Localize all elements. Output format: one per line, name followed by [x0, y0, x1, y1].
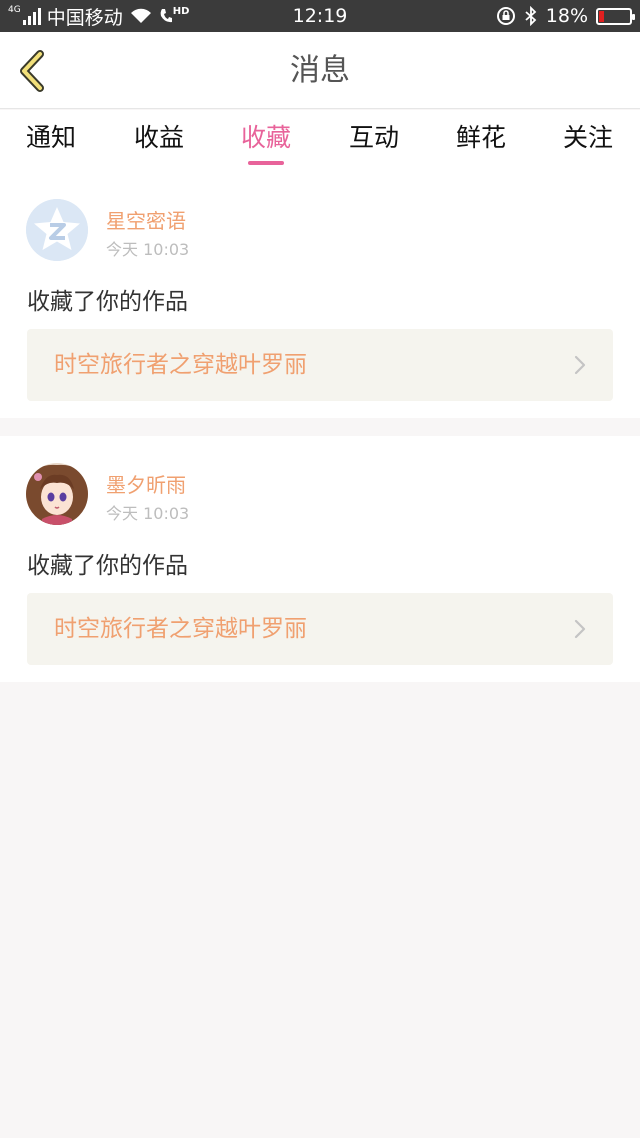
action-text: 收藏了你的作品 — [27, 289, 188, 315]
tab-label: 收益 — [133, 123, 184, 152]
work-link[interactable]: 时空旅行者之穿越叶罗丽 — [27, 329, 613, 401]
chevron-right-icon — [574, 619, 586, 639]
username[interactable]: 星空密语 — [106, 205, 186, 234]
battery-level — [599, 10, 604, 22]
bluetooth-icon — [525, 6, 537, 26]
tab-follows[interactable]: 关注 — [543, 118, 633, 164]
message-card: 墨夕昕雨 今天 10:03 收藏了你的作品 时空旅行者之穿越叶罗丽 — [0, 436, 640, 682]
avatar[interactable] — [26, 199, 88, 261]
tab-bar: 通知 收益 收藏 互动 鲜花 关注 — [0, 110, 640, 172]
tab-label: 鲜花 — [455, 123, 506, 152]
chevron-right-icon — [574, 355, 586, 375]
avatar[interactable] — [26, 463, 88, 525]
battery-percent: 18% — [545, 5, 588, 27]
tab-interactions[interactable]: 互动 — [329, 118, 419, 164]
tab-label: 收藏 — [240, 123, 291, 152]
message-card: 星空密语 今天 10:03 收藏了你的作品 时空旅行者之穿越叶罗丽 — [0, 172, 640, 418]
status-right: 18% — [496, 0, 635, 32]
timestamp: 今天 10:03 — [106, 240, 190, 259]
tab-label: 关注 — [562, 123, 613, 152]
tab-earnings[interactable]: 收益 — [114, 118, 204, 164]
status-bar: 4G 中国移动 HD 12:19 18% — [0, 0, 640, 32]
tab-label: 互动 — [348, 123, 399, 152]
active-tab-indicator — [248, 161, 284, 165]
action-text: 收藏了你的作品 — [27, 553, 188, 579]
tab-flowers[interactable]: 鲜花 — [436, 118, 526, 164]
work-link[interactable]: 时空旅行者之穿越叶罗丽 — [27, 593, 613, 665]
battery-icon — [596, 7, 635, 25]
page-title: 消息 — [290, 53, 350, 88]
header-bar: 消息 — [0, 32, 640, 109]
tab-notifications[interactable]: 通知 — [6, 118, 96, 164]
username[interactable]: 墨夕昕雨 — [106, 469, 186, 498]
tab-label: 通知 — [25, 123, 76, 152]
anime-girl-avatar-icon — [26, 463, 88, 525]
rotation-lock-icon — [496, 7, 515, 25]
tab-favorites[interactable]: 收藏 — [221, 118, 311, 165]
work-title: 时空旅行者之穿越叶罗丽 — [54, 352, 307, 378]
work-title: 时空旅行者之穿越叶罗丽 — [54, 616, 307, 642]
timestamp: 今天 10:03 — [106, 504, 190, 523]
default-star-avatar-icon — [26, 199, 88, 261]
